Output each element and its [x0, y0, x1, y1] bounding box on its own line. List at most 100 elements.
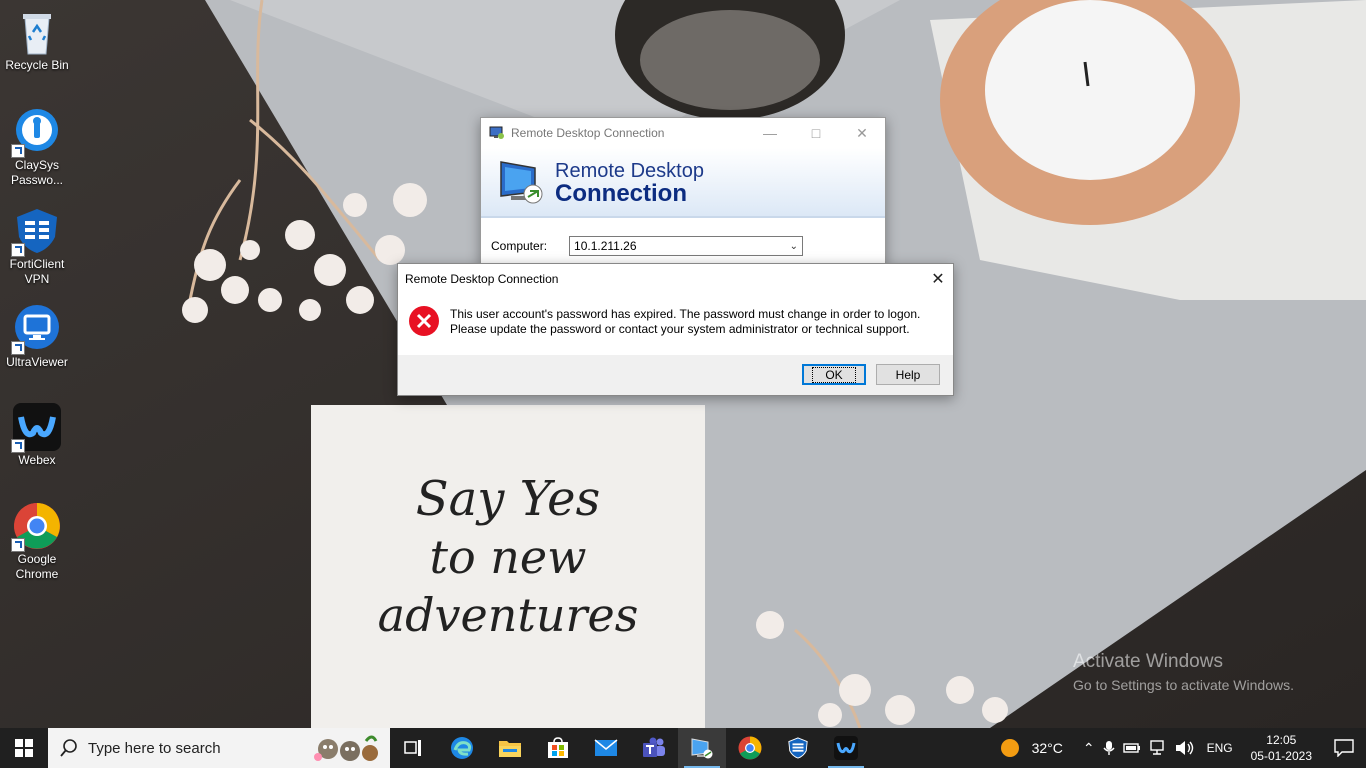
edge-icon	[451, 737, 473, 759]
error-message: This user account's password has expired…	[450, 305, 920, 355]
webex-icon	[11, 403, 61, 453]
computer-label: Computer:	[491, 239, 548, 253]
close-button[interactable]: ✕	[839, 125, 885, 142]
desktop-icon-claysys[interactable]: ClaySys Passwo...	[2, 108, 72, 188]
error-dialog: Remote Desktop Connection ✕ This user ac…	[397, 263, 954, 396]
activate-windows-watermark: Activate Windows Go to Settings to activ…	[1073, 651, 1294, 693]
battery-icon	[1122, 743, 1140, 753]
error-message-line-1: This user account's password has expired…	[450, 307, 921, 321]
system-tray: 32°C ⌃ ENG 12:05 05-01-2023	[996, 728, 1366, 768]
chrome-icon	[11, 502, 61, 552]
banner-line-2: Connection	[555, 179, 687, 207]
battery-status[interactable]	[1119, 742, 1145, 754]
desktop: Say Yes to new adventures Recycle Bin Cl…	[0, 0, 1366, 728]
desktop-icon-forticlient[interactable]: FortiClient VPN	[2, 207, 72, 287]
chrome-icon	[738, 736, 762, 760]
speaker-icon	[1175, 741, 1193, 755]
computer-value: 10.1.211.26	[574, 239, 637, 253]
notification-icon	[1334, 739, 1354, 757]
taskbar-file-explorer[interactable]	[486, 728, 534, 768]
webex-icon	[834, 736, 858, 760]
remote-desktop-icon	[691, 738, 713, 759]
task-view-icon	[404, 740, 421, 756]
microsoft-store-icon	[548, 737, 568, 758]
error-message-line-2: Please update the password or contact yo…	[450, 322, 910, 336]
taskbar-remote-desktop[interactable]	[678, 728, 726, 768]
network-icon	[1149, 740, 1164, 755]
microphone-status[interactable]	[1099, 740, 1119, 756]
taskbar-mail[interactable]	[582, 728, 630, 768]
desktop-icon-label: Google Chrome	[15, 552, 59, 581]
network-status[interactable]	[1145, 740, 1171, 756]
notification-center-button[interactable]	[1322, 728, 1366, 768]
task-view-button[interactable]	[390, 728, 438, 768]
minimize-button[interactable]: —	[747, 125, 793, 142]
taskbar-teams[interactable]	[630, 728, 678, 768]
rdc-titlebar[interactable]: Remote Desktop Connection — □ ✕	[481, 118, 885, 148]
language-indicator[interactable]: ENG	[1199, 741, 1241, 755]
card-line-3: adventures	[377, 588, 639, 642]
ultraviewer-icon	[11, 305, 61, 355]
chevron-up-icon: ⌃	[1082, 739, 1095, 756]
error-dialog-titlebar[interactable]: Remote Desktop Connection ✕	[398, 264, 953, 294]
wallpaper-card: Say Yes to new adventures	[311, 470, 705, 644]
close-icon[interactable]: ✕	[923, 269, 953, 289]
computer-row: Computer: 10.1.211.26 ⌄	[481, 218, 885, 256]
taskbar-microsoft-store[interactable]	[534, 728, 582, 768]
windows-logo-icon	[15, 739, 33, 757]
desktop-icon-chrome[interactable]: Google Chrome	[2, 502, 72, 582]
watermark-title: Activate Windows	[1073, 651, 1223, 672]
error-icon	[409, 306, 439, 336]
recycle-bin-icon	[13, 8, 61, 56]
microphone-icon	[1103, 741, 1115, 755]
taskbar-webex[interactable]	[822, 728, 870, 768]
search-highlight-icon	[314, 735, 378, 761]
taskbar-forticlient[interactable]	[774, 728, 822, 768]
ok-button-label: OK	[812, 367, 856, 383]
error-dialog-footer: OK Help	[398, 355, 953, 395]
start-button[interactable]	[0, 728, 48, 768]
chevron-down-icon[interactable]: ⌄	[790, 241, 798, 252]
help-button[interactable]: Help	[876, 364, 940, 385]
remote-desktop-icon	[489, 126, 504, 139]
sun-icon	[1000, 739, 1019, 757]
error-dialog-title: Remote Desktop Connection	[405, 272, 559, 286]
desktop-icon-label: Webex	[18, 453, 56, 467]
teams-icon	[643, 737, 665, 757]
error-dialog-body: This user account's password has expired…	[398, 294, 953, 355]
taskbar-chrome[interactable]	[726, 728, 774, 768]
desktop-icon-label: Recycle Bin	[5, 58, 69, 72]
help-button-label: Help	[895, 368, 921, 382]
maximize-button[interactable]: □	[793, 125, 839, 142]
card-line-1: Say Yes	[415, 471, 601, 527]
watermark-subtitle: Go to Settings to activate Windows.	[1073, 677, 1294, 693]
file-explorer-icon	[499, 741, 521, 757]
show-hidden-icons[interactable]: ⌃	[1079, 740, 1099, 757]
taskbar-edge[interactable]	[438, 728, 486, 768]
search-box[interactable]: Type here to search	[48, 728, 390, 768]
card-line-2: to new	[429, 530, 587, 584]
desktop-icon-ultraviewer[interactable]: UltraViewer	[2, 305, 72, 370]
desktop-icon-label: UltraViewer	[6, 355, 68, 369]
forticlient-vpn-icon	[11, 207, 61, 257]
search-placeholder: Type here to search	[88, 739, 221, 757]
desktop-icon-label: FortiClient VPN	[9, 257, 65, 286]
search-icon	[60, 739, 77, 757]
clock-date: 05-01-2023	[1250, 749, 1312, 763]
weather-widget[interactable]: 32°C	[996, 738, 1067, 758]
remote-desktop-logo-icon	[500, 161, 543, 204]
rdc-window: Remote Desktop Connection — □ ✕ Remote D…	[480, 117, 886, 266]
desktop-icon-webex[interactable]: Webex	[2, 403, 72, 468]
volume-control[interactable]	[1171, 740, 1199, 756]
claysys-password-icon	[11, 108, 61, 158]
ok-button[interactable]: OK	[802, 364, 866, 385]
desktop-icon-label: ClaySys Passwo...	[10, 158, 64, 187]
desktop-icon-recycle-bin[interactable]: Recycle Bin	[2, 8, 72, 73]
language-label: ENG	[1206, 741, 1233, 755]
weather-temp: 32°C	[1031, 740, 1063, 756]
clock-time: 12:05	[1266, 733, 1297, 747]
clock[interactable]: 12:05 05-01-2023	[1241, 732, 1322, 764]
computer-combobox[interactable]: 10.1.211.26 ⌄	[569, 236, 804, 256]
taskbar: Type here to search 32°C ⌃ ENG 12:05 05-…	[0, 728, 1366, 768]
mail-icon	[594, 739, 618, 756]
